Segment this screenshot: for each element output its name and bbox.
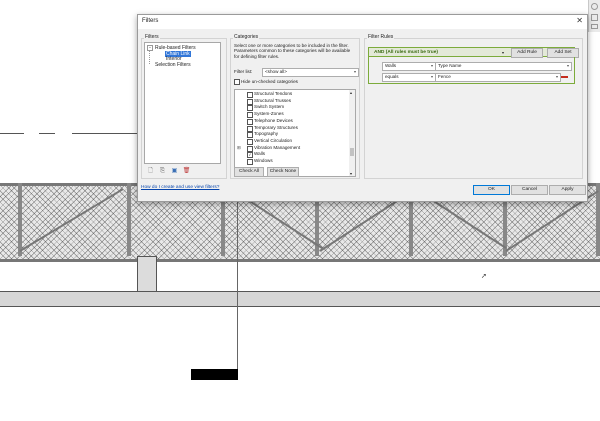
fence-post — [18, 183, 22, 256]
duplicate-filter-icon[interactable]: ⎘ — [158, 167, 167, 176]
dialog-title: Filters — [142, 18, 159, 24]
ok-button[interactable]: OK — [473, 185, 510, 195]
tree-group-selection[interactable]: Selection Filters — [155, 62, 191, 68]
category-item[interactable]: Structural Trusses — [235, 98, 351, 105]
category-label: Structural Tendons — [254, 91, 293, 96]
category-label: Vertical Circulation — [254, 137, 293, 143]
hidden-line-segment — [39, 133, 55, 134]
category-item[interactable]: Vertical Circulation — [235, 138, 351, 145]
rule-value-input[interactable]: Fence ▾ — [435, 73, 561, 82]
rename-filter-icon[interactable]: ▣ — [170, 167, 179, 176]
chevron-down-icon: ▾ — [430, 63, 433, 68]
scroll-down-icon[interactable]: ▾ — [350, 171, 352, 176]
cancel-button[interactable]: Cancel — [511, 185, 548, 195]
navigation-bar[interactable] — [588, 0, 600, 32]
help-link[interactable]: How do I create and use view filters? — [141, 185, 219, 190]
filter-list-label: Filter list: — [234, 69, 253, 74]
chevron-down-icon: ▾ — [430, 74, 433, 79]
fence-post — [127, 183, 131, 256]
rule-operator-value: equals — [385, 74, 399, 79]
rule-set-header[interactable]: AND (All rules must be true) ▾ — [368, 47, 575, 57]
category-item[interactable]: ✓ Walls — [235, 151, 351, 159]
chevron-down-icon: ▾ — [555, 74, 558, 79]
filter-list-value: <show all> — [265, 69, 287, 74]
category-item[interactable]: Windows — [235, 158, 351, 165]
tree-guide-line — [149, 51, 150, 64]
category-checkbox[interactable] — [247, 159, 253, 165]
category-item[interactable]: Switch System — [235, 104, 351, 112]
category-label: Vibration Management — [254, 144, 301, 150]
title-bar[interactable]: Filters ✕ — [138, 15, 587, 29]
filters-section-label: Filters — [144, 34, 160, 40]
category-label: Temporary Structures — [254, 124, 298, 130]
close-icon[interactable]: ✕ — [576, 16, 583, 25]
expand-plus-icon[interactable]: ⊞ — [237, 145, 241, 151]
chevron-down-icon[interactable]: ▾ — [502, 50, 504, 55]
filter-list-select[interactable]: <show all> ▾ — [262, 68, 359, 77]
filter-tree[interactable]: − Rule-based Filters Chain Link Interior… — [144, 42, 221, 164]
category-item[interactable]: System-Zones — [235, 111, 351, 119]
category-item[interactable]: Structural Tendons — [235, 91, 351, 98]
new-filter-icon[interactable]: 🗋 — [146, 167, 155, 176]
check-all-button[interactable]: Check All — [234, 167, 264, 177]
remove-rule-icon[interactable] — [561, 76, 568, 78]
scroll-up-icon[interactable]: ▴ — [350, 90, 352, 95]
rule-category-select[interactable]: Walls ▾ — [382, 62, 436, 71]
category-scrollbar[interactable]: ▴ ▾ — [349, 90, 355, 176]
chevron-down-icon: ▾ — [353, 69, 356, 74]
rule-parameter-value: Type Name — [438, 63, 462, 68]
categories-section-label: Categories — [233, 34, 260, 40]
fence-post — [596, 183, 600, 256]
delete-filter-icon[interactable]: 🗑 — [182, 167, 191, 176]
chevron-down-icon: ▾ — [566, 63, 569, 68]
ground-beam[interactable] — [0, 291, 600, 307]
orbit-icon[interactable] — [591, 24, 598, 29]
categories-description: Select one or more categories to be incl… — [234, 43, 351, 59]
hidden-line-segment — [0, 133, 24, 134]
category-item[interactable]: Temporary Structures — [235, 125, 351, 132]
category-label: System-Zones — [254, 111, 284, 117]
mouse-cursor-icon: ➚ — [481, 273, 487, 280]
rule-operator-select[interactable]: equals ▾ — [382, 73, 436, 82]
category-item[interactable]: ⊞ Vibration Management — [235, 145, 351, 152]
hide-unchecked-checkbox[interactable] — [234, 79, 240, 85]
filters-dialog: Filters ✕ Filters − Rule-based Filters C… — [137, 14, 588, 202]
hidden-line-segment — [72, 133, 137, 134]
zoom-icon[interactable] — [591, 3, 598, 10]
scroll-thumb[interactable] — [350, 148, 354, 156]
tree-expander-icon[interactable]: − — [147, 45, 153, 51]
filter-rules-section-label: Filter Rules — [367, 34, 395, 40]
apply-button[interactable]: Apply — [549, 185, 586, 195]
rule-set-label: AND (All rules must be true) — [374, 50, 438, 55]
category-item[interactable]: Telephone Devices — [235, 118, 351, 125]
category-label: Switch System — [254, 104, 285, 110]
category-label: Telephone Devices — [254, 117, 293, 123]
rule-value-text: Fence — [438, 74, 451, 79]
support-column[interactable] — [137, 256, 157, 293]
rule-parameter-select[interactable]: Type Name ▾ — [435, 62, 572, 71]
hide-unchecked-label: Hide un-checked categories — [241, 79, 298, 84]
category-label: Structural Trusses — [254, 97, 292, 103]
category-label: Topography — [254, 131, 279, 137]
pan-icon[interactable] — [591, 14, 598, 21]
check-none-button[interactable]: Check None — [267, 167, 299, 177]
filled-region[interactable] — [191, 369, 238, 380]
category-label: Windows — [254, 158, 273, 163]
rule-category-value: Walls — [385, 63, 397, 68]
category-item[interactable]: Topography — [235, 131, 351, 139]
category-label: Walls — [254, 151, 266, 157]
category-list[interactable]: Structural Tendons Structural Trusses Sw… — [234, 89, 356, 177]
